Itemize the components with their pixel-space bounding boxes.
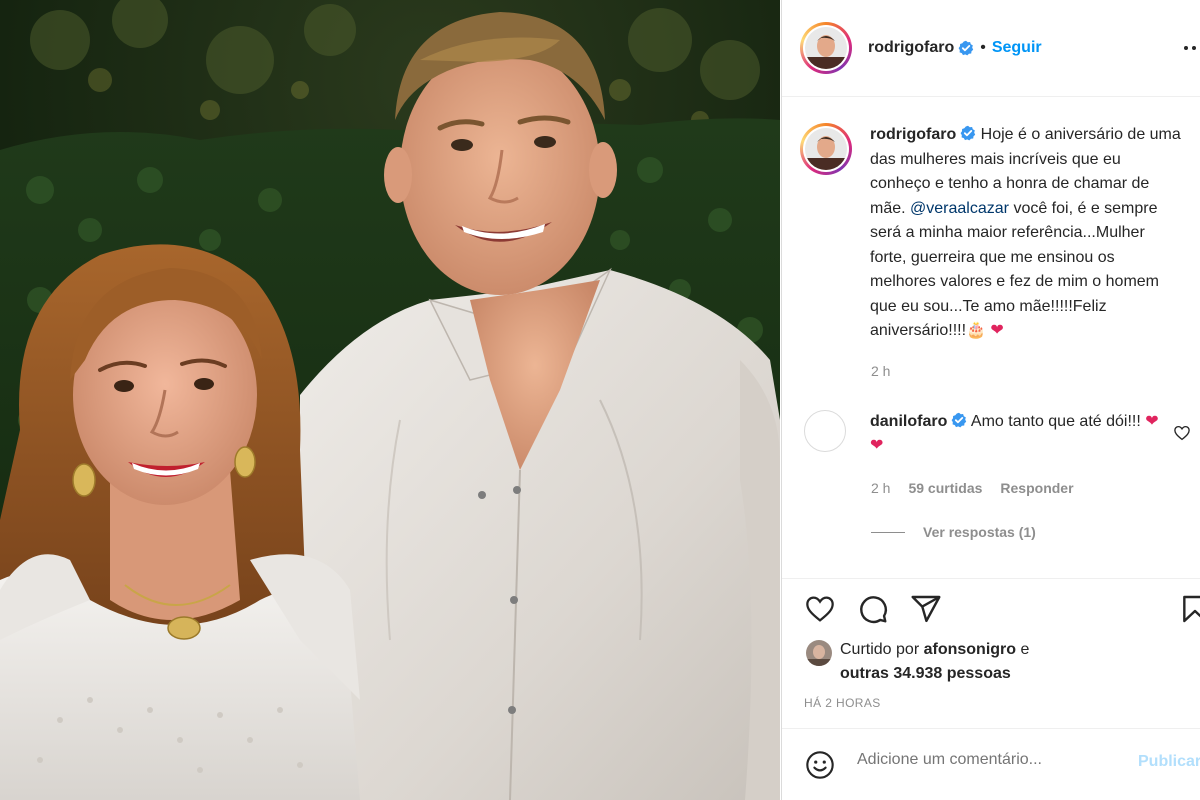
comment-timestamp[interactable]: 2 h [871,480,890,496]
verified-badge-icon [958,40,974,56]
post-actions-section [782,578,1200,624]
caption-mention-link[interactable]: @veraalcazar [910,200,1009,217]
add-comment-bar: Publicar [782,728,1200,800]
post-side-panel: rodrigofaro • Seguir rodrigofaro Hoje é … [781,0,1200,800]
add-comment-input[interactable] [857,751,1107,769]
header-user: rodrigofaro • Seguir [868,39,1042,57]
heart-emoji: ❤ [990,322,1004,339]
save-bookmark-icon[interactable] [1179,593,1200,625]
post-time-ago[interactable]: HÁ 2 HORAS [804,696,881,710]
caption-text: rodrigofaro Hoje é o aniversário de uma … [870,123,1184,344]
post-header: rodrigofaro • Seguir [782,0,1200,97]
comment-text: danilofaro Amo tanto que até dói!!! ❤ ❤ [870,410,1160,458]
cake-emoji: 🎂 [966,322,986,339]
likes-others-count[interactable]: outras 34.938 pessoas [840,665,1011,682]
comment-body: Amo tanto que até dói!!! [970,413,1141,430]
post-photo[interactable] [0,0,780,800]
header-separator-dot: • [980,39,986,56]
verified-badge-icon [951,412,967,428]
likes-conjunction: e [1020,641,1030,658]
author-avatar-image [805,27,847,69]
more-options-icon[interactable] [1180,38,1198,58]
liker-avatar[interactable] [806,640,832,666]
likes-prefix: Curtido por [840,641,920,658]
comment-meta: 2 h 59 curtidas Responder [871,480,1074,496]
follow-button[interactable]: Seguir [992,39,1042,57]
post-caption: rodrigofaro Hoje é o aniversário de uma … [782,97,1200,344]
action-bar [804,593,1200,627]
commenter-username[interactable]: danilofaro [870,413,947,430]
comment-bubble-icon[interactable] [857,593,889,625]
caption-body-part2: você foi, é e sempre será a minha maior … [870,199,1159,340]
author-avatar[interactable] [800,22,852,74]
comment-like-heart-icon[interactable] [1173,424,1191,442]
commenter-avatar[interactable] [804,410,846,452]
comment-reply-button[interactable]: Responder [1000,480,1073,496]
view-replies-label: Ver respostas (1) [923,524,1036,540]
like-heart-icon[interactable] [804,593,836,625]
caption-avatar-image [805,128,847,170]
likes-text: Curtido por afonsonigro e outras 34.938 … [840,638,1029,686]
likes-summary: Curtido por afonsonigro e outras 34.938 … [806,638,1029,686]
post-photo-image [0,0,780,800]
comment-item: danilofaro Amo tanto que até dói!!! ❤ ❤ [804,410,1200,458]
author-username[interactable]: rodrigofaro [868,39,954,57]
smiley-emoji-icon[interactable] [804,749,836,781]
caption-author-avatar[interactable] [800,123,852,175]
publish-comment-button[interactable]: Publicar [1138,753,1200,771]
liker-username[interactable]: afonsonigro [924,641,1016,658]
caption-username[interactable]: rodrigofaro [870,126,956,143]
replies-divider-line [871,531,905,533]
comment-like-count[interactable]: 59 curtidas [908,480,982,496]
share-paper-plane-icon[interactable] [910,593,942,625]
verified-badge-icon [960,125,976,141]
caption-timestamp[interactable]: 2 h [871,363,890,379]
view-replies-button[interactable]: Ver respostas (1) [871,524,1036,540]
